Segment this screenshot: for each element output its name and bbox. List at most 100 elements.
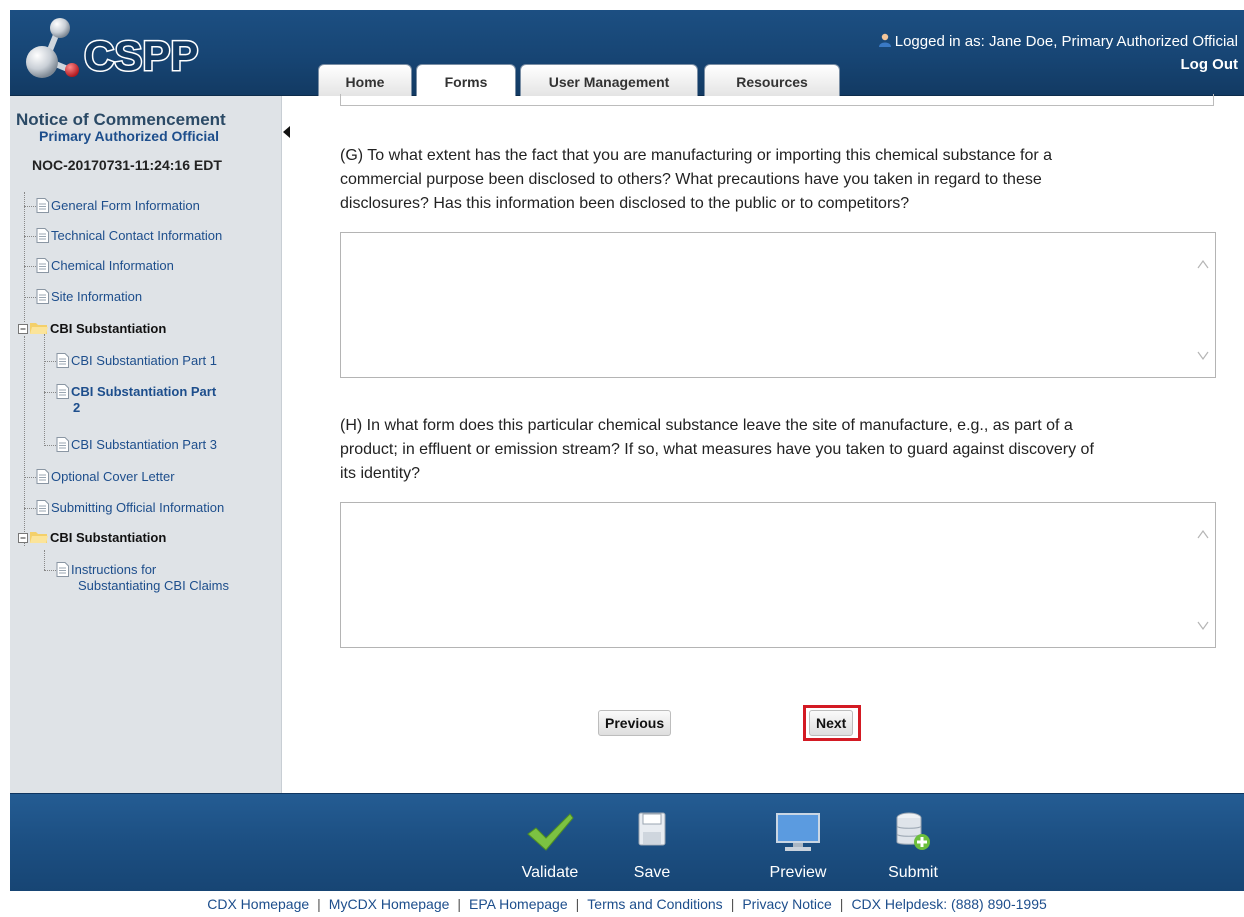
sidebar-item-technical-contact-information[interactable]: Technical Contact Information: [36, 228, 222, 244]
database-add-icon: [896, 812, 930, 850]
scroll-up-icon[interactable]: [1197, 259, 1209, 269]
previous-answer-box-edge: [340, 94, 1214, 106]
sidebar-role: Primary Authorized Official: [39, 128, 219, 144]
app-frame: CSPP Logged in as: Jane Doe, Primary Aut…: [10, 10, 1244, 917]
logo-text: CSPP: [84, 32, 198, 79]
form-content: (G) To what extent has the fact that you…: [282, 94, 1244, 793]
checkmark-icon: [527, 813, 574, 851]
question-h: (H) In what form does this particular ch…: [340, 414, 1220, 486]
answer-h-textarea[interactable]: [340, 502, 1216, 648]
sidebar-item-optional-cover-letter[interactable]: Optional Cover Letter: [36, 469, 175, 485]
footer-link-mycdx-homepage[interactable]: MyCDX Homepage: [329, 896, 450, 912]
previous-button[interactable]: Previous: [598, 710, 672, 736]
sidebar-item-label-wrap: Substantiating CBI Claims: [78, 578, 230, 593]
submit-button[interactable]: Submit: [878, 794, 948, 892]
tab-resources[interactable]: Resources: [704, 64, 840, 96]
logged-in-user: Jane Doe, Primary Authorized Official: [988, 33, 1238, 50]
footer-link-cdx-homepage[interactable]: CDX Homepage: [207, 896, 309, 912]
sidebar-item-label: CBI Substantiation Part 3: [71, 437, 217, 452]
folder-open-icon: [30, 323, 48, 334]
sidebar-item-cbi-substantiation-part-2[interactable]: CBI Substantiation Part 2: [56, 384, 216, 416]
sidebar-item-submitting-official-information[interactable]: Submitting Official Information: [36, 500, 224, 516]
tab-forms[interactable]: Forms: [416, 64, 516, 97]
submission-id: NOC-20170731-11:24:16 EDT: [32, 157, 222, 173]
scroll-up-icon[interactable]: [1197, 529, 1209, 539]
floppy-disk-icon: [638, 812, 666, 846]
tree-line: [24, 297, 36, 298]
document-icon: [56, 437, 69, 452]
submit-label: Submit: [888, 864, 938, 881]
footer-separator: |: [730, 896, 735, 912]
question-g-line: commercial purpose been disclosed to oth…: [340, 171, 1042, 188]
footer-separator: |: [575, 896, 580, 912]
question-g-line: (G) To what extent has the fact that you…: [340, 147, 1053, 164]
tree-line: [44, 392, 56, 393]
user-icon: [878, 33, 891, 47]
sidebar-collapse-toggle[interactable]: [282, 112, 294, 154]
logged-in-label: Logged in as:: [894, 33, 985, 50]
tree-line: [44, 570, 56, 571]
footer-separator: |: [317, 896, 321, 912]
sidebar-item-site-information[interactable]: Site Information: [36, 289, 142, 305]
footer-links: CDX Homepage | MyCDX Homepage | EPA Homepage…: [10, 891, 1244, 917]
tree-line: [24, 236, 36, 237]
logout-link[interactable]: Log Out: [1181, 56, 1238, 73]
document-icon: [36, 228, 49, 243]
tree-line: [24, 266, 36, 267]
question-h-line: product; in effluent or emission stream?…: [340, 441, 1094, 458]
question-g: (G) To what extent has the fact that you…: [340, 144, 1220, 216]
tab-user-management[interactable]: User Management: [520, 64, 698, 96]
scroll-down-icon[interactable]: [1197, 621, 1209, 631]
tree-line: [44, 445, 56, 446]
sidebar-item-chemical-information[interactable]: Chemical Information: [36, 258, 174, 274]
tab-home[interactable]: Home: [318, 64, 412, 96]
sidebar-title: Notice of Commencement: [16, 110, 226, 129]
sidebar-item-cbi-substantiation-part-3[interactable]: CBI Substantiation Part 3: [56, 437, 217, 453]
sidebar-item-general-form-information[interactable]: General Form Information: [36, 198, 200, 214]
validate-button[interactable]: Validate: [510, 794, 590, 892]
sidebar-folder-label: CBI Substantiation: [50, 530, 167, 545]
document-icon: [56, 384, 69, 399]
tree-line: [44, 334, 45, 444]
collapse-toggle-icon[interactable]: [18, 533, 28, 543]
header: CSPP Logged in as: Jane Doe, Primary Aut…: [10, 10, 1244, 97]
question-g-line: disclosures? Has this information been d…: [340, 195, 910, 212]
sidebar-folder-cbi-substantiation-instructions[interactable]: CBI Substantiation: [18, 530, 166, 546]
footer-link-cdx-helpdesk[interactable]: CDX Helpdesk: (888) 890-1995: [851, 896, 1046, 912]
document-icon: [36, 469, 49, 484]
sidebar-item-instructions-substantiating-cbi[interactable]: Instructions for Substantiating CBI Claim…: [56, 562, 229, 594]
document-icon: [56, 353, 69, 368]
cspp-logo[interactable]: CSPP: [18, 14, 208, 90]
save-button[interactable]: Save: [622, 794, 682, 892]
save-label: Save: [633, 864, 671, 881]
scroll-down-icon[interactable]: [1197, 351, 1209, 361]
next-button[interactable]: Next: [809, 710, 854, 736]
sidebar-item-cbi-substantiation-part-1[interactable]: CBI Substantiation Part 1: [56, 353, 217, 369]
preview-button[interactable]: Preview: [758, 794, 838, 892]
question-h-line: (H) In what form does this particular ch…: [340, 417, 1073, 434]
sidebar-item-label: Technical Contact Information: [51, 228, 223, 243]
sidebar-folder-cbi-substantiation[interactable]: CBI Substantiation: [18, 321, 166, 337]
answer-g-textarea[interactable]: [340, 232, 1216, 378]
action-bar: Validate Save Preview Submit: [10, 793, 1244, 891]
document-icon: [36, 258, 49, 273]
tree-line: [24, 477, 36, 478]
form-navigation-sidebar: Notice of Commencement Primary Authorize…: [10, 96, 282, 793]
tree-line: [24, 192, 25, 322]
collapse-toggle-icon[interactable]: [18, 324, 28, 334]
document-icon: [56, 562, 69, 577]
footer-separator: |: [839, 896, 844, 912]
login-status: Logged in as: Jane Doe, Primary Authoriz…: [878, 32, 1238, 52]
folder-open-icon: [30, 532, 48, 543]
arrow-left-icon: [283, 126, 290, 138]
sidebar-item-label: Instructions for: [71, 562, 157, 577]
footer-link-epa-homepage[interactable]: EPA Homepage: [469, 896, 568, 912]
tree-line: [44, 361, 56, 362]
sidebar-item-label: Submitting Official Information: [51, 500, 225, 515]
monitor-icon: [776, 813, 820, 851]
footer-link-privacy-notice[interactable]: Privacy Notice: [742, 896, 831, 912]
footer-link-terms-and-conditions[interactable]: Terms and Conditions: [587, 896, 722, 912]
sidebar-item-label: Site Information: [51, 289, 143, 304]
document-icon: [36, 500, 49, 515]
sidebar-item-label: CBI Substantiation Part 1: [71, 353, 217, 368]
